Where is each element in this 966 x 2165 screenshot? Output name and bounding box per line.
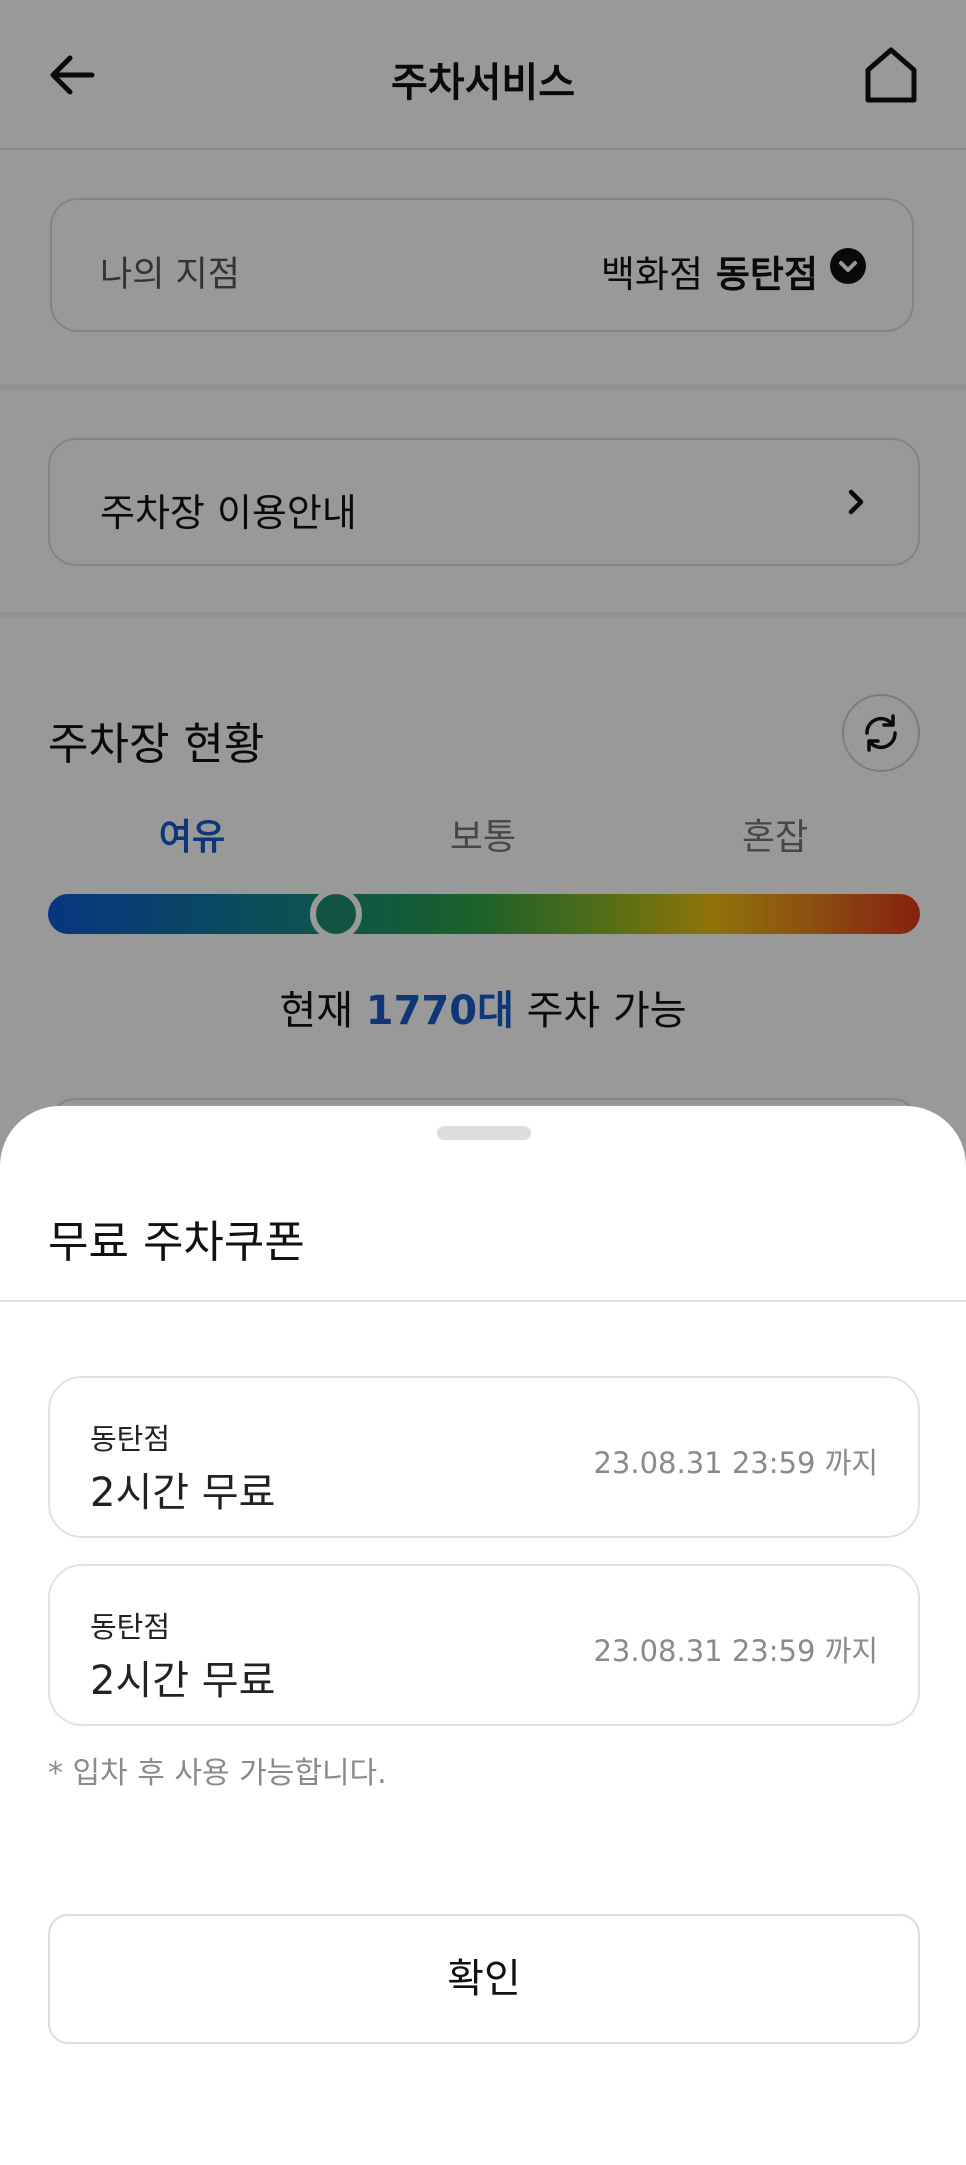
sheet-title: 무료 주차쿠폰 (48, 1217, 305, 1268)
coupon-card: 동탄점 2시간 무료 23.08.31 23:59 까지 (48, 1376, 920, 1538)
confirm-button[interactable]: 확인 (48, 1914, 920, 2044)
coupon-branch: 동탄점 (90, 1422, 171, 1456)
coupon-branch: 동탄점 (90, 1610, 171, 1644)
divider (0, 1300, 966, 1302)
coupon-card: 동탄점 2시간 무료 23.08.31 23:59 까지 (48, 1564, 920, 1726)
coupon-expiry: 23.08.31 23:59 까지 (593, 1446, 878, 1480)
coupon-title: 2시간 무료 (90, 1470, 276, 1516)
coupon-title: 2시간 무료 (90, 1658, 276, 1704)
parking-service-screen: 주차서비스 나의 지점 백화점 동탄점 주차장 이용안내 주차장 현황 여유 보… (0, 0, 966, 2165)
usage-notice: * 입차 후 사용 가능합니다. (48, 1756, 387, 1791)
coupon-expiry: 23.08.31 23:59 까지 (593, 1634, 878, 1668)
coupon-bottom-sheet: 무료 주차쿠폰 동탄점 2시간 무료 23.08.31 23:59 까지 동탄점… (0, 1106, 966, 2165)
sheet-grabber[interactable] (437, 1126, 531, 1140)
